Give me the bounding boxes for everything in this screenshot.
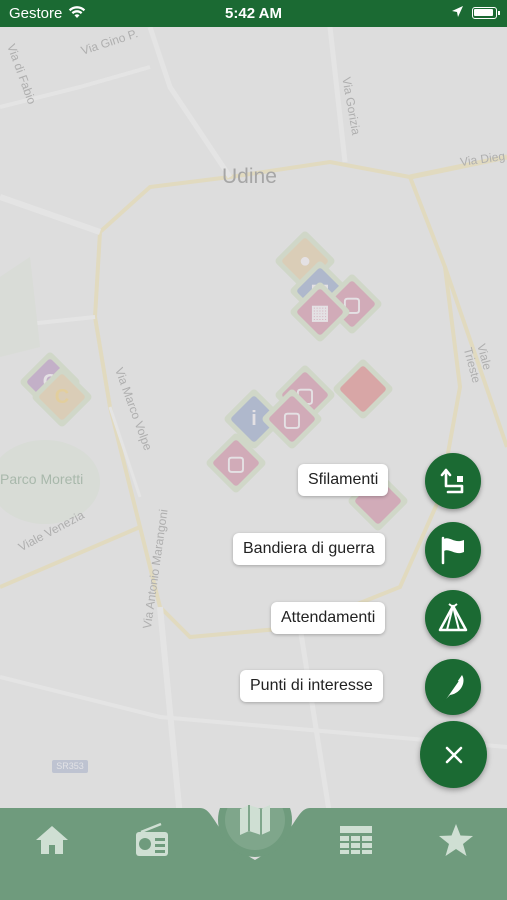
- star-icon: [439, 824, 473, 856]
- fab-bandiera-button[interactable]: [425, 522, 481, 578]
- tab-favorites[interactable]: [437, 821, 475, 859]
- fab-close-button[interactable]: [420, 721, 487, 788]
- fab-label-punti[interactable]: Punti di interesse: [240, 670, 383, 702]
- fab-label-sfilamenti[interactable]: Sfilamenti: [298, 464, 389, 496]
- tab-home[interactable]: [33, 822, 71, 858]
- radio-icon: [136, 822, 168, 856]
- route-icon: [440, 468, 464, 494]
- battery-icon: [472, 7, 500, 19]
- fab-sfilamenti-button[interactable]: [425, 453, 481, 509]
- tab-bar: [0, 805, 507, 900]
- clock: 5:42 AM: [225, 5, 282, 22]
- close-icon: [445, 746, 462, 763]
- map-icon: [240, 805, 270, 835]
- flag-icon: [441, 536, 464, 565]
- location-arrow-icon: [451, 5, 464, 22]
- fab-attendamenti-button[interactable]: [425, 590, 481, 646]
- home-icon: [36, 826, 68, 854]
- tent-icon: [438, 603, 468, 632]
- tab-map[interactable]: [234, 799, 276, 841]
- tab-radio[interactable]: [132, 820, 172, 860]
- status-bar: Gestore 5:42 AM: [0, 0, 507, 27]
- fab-label-bandiera[interactable]: Bandiera di guerra: [233, 533, 385, 565]
- fab-label-attendamenti[interactable]: Attendamenti: [271, 602, 386, 634]
- fab-punti-button[interactable]: [425, 659, 481, 715]
- table-icon: [340, 826, 372, 854]
- tab-schedule[interactable]: [336, 822, 376, 858]
- feather-icon: [443, 675, 464, 702]
